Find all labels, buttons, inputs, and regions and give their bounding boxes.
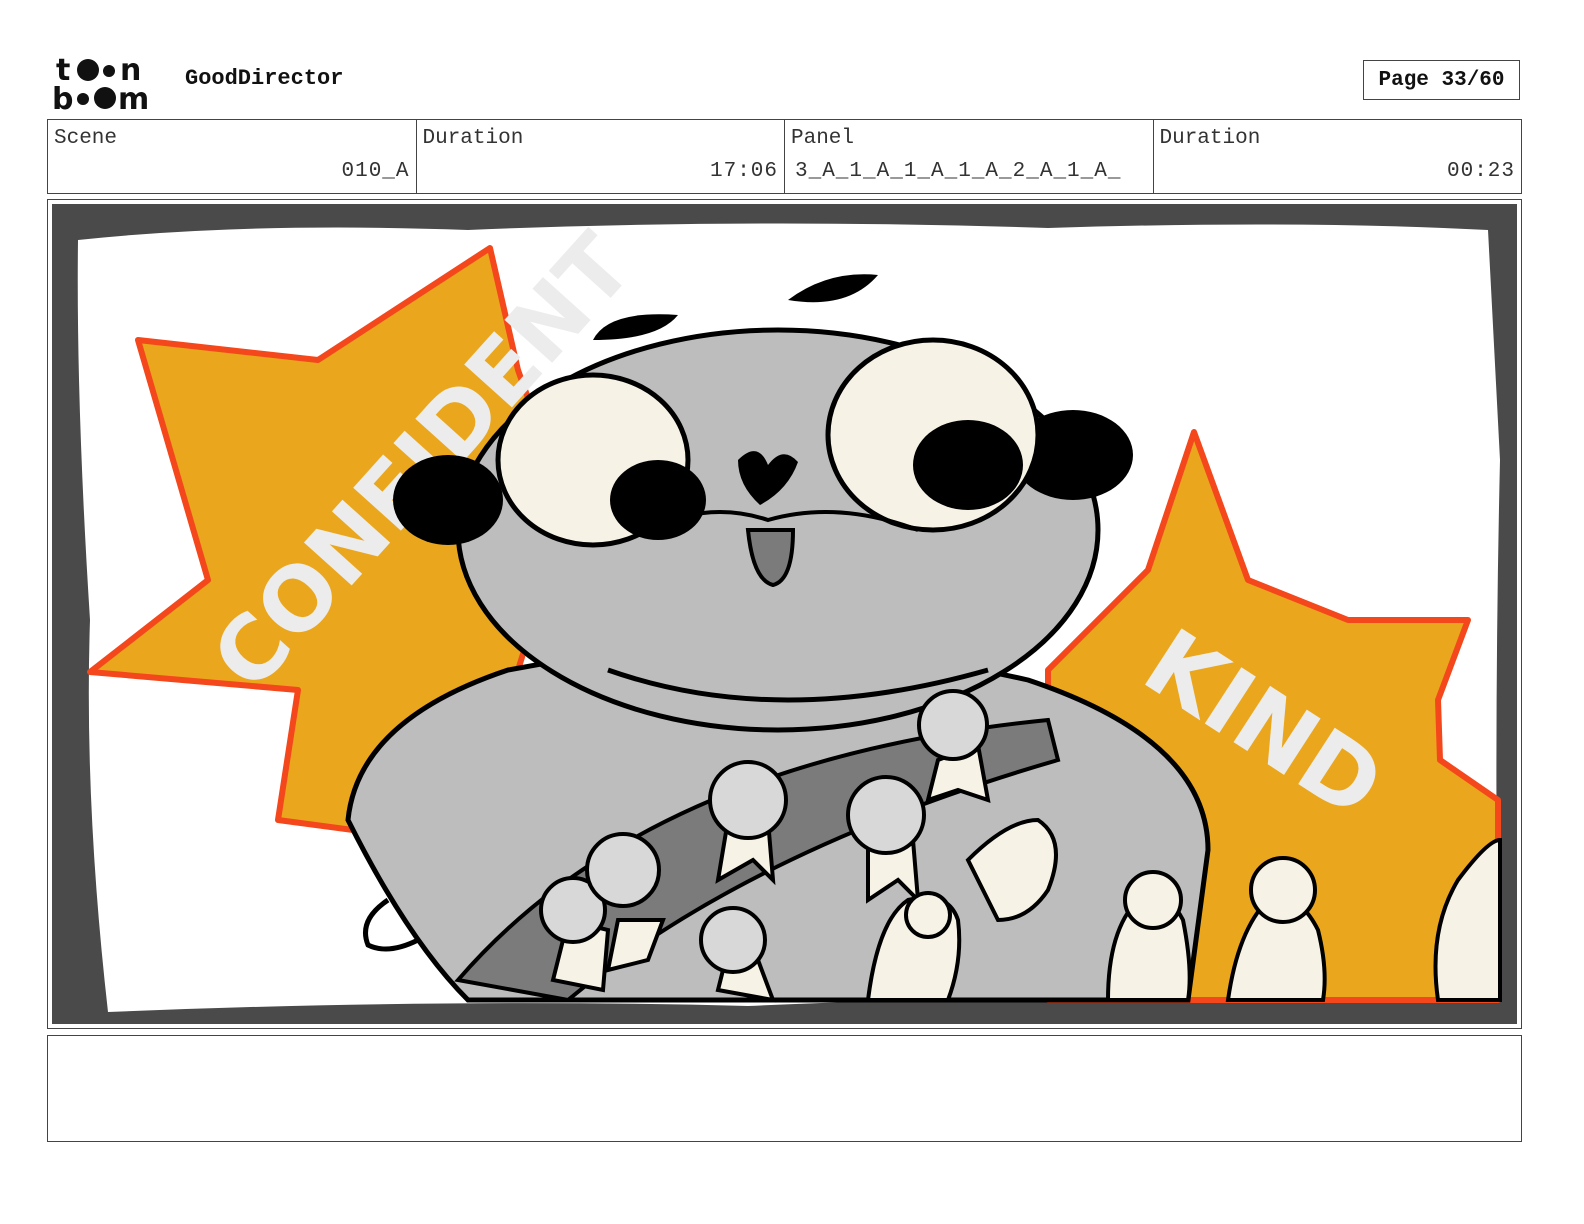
svg-text:m: m — [118, 82, 149, 112]
page-indicator: Page 33/60 — [1363, 60, 1520, 100]
patch-left — [393, 455, 503, 545]
storyboard-panel: CONFIDENT KIND — [47, 199, 1522, 1029]
panel-label: Panel — [791, 127, 855, 150]
panel-notes — [47, 1035, 1522, 1142]
scene-duration-value: 17:06 — [709, 160, 778, 183]
pupil-right — [913, 420, 1023, 510]
pupil-left — [610, 460, 706, 540]
panel-info-table: Scene 010_A Duration 17:06 Panel 3_A_1_A… — [47, 119, 1522, 194]
panel-value: 3_A_1_A_1_A_1_A_2_A_1_A_ — [795, 160, 1122, 183]
svg-text:b: b — [52, 82, 73, 112]
scene-duration-cell: Duration 17:06 — [417, 120, 785, 193]
panel-artwork: CONFIDENT KIND — [52, 204, 1517, 1024]
toon-boom-logo: t n b m — [52, 53, 149, 112]
scene-value: 010_A — [341, 160, 410, 183]
app-title: GoodDirector — [185, 66, 344, 91]
scene-duration-label: Duration — [422, 127, 524, 150]
panel-duration-cell: Duration 00:23 — [1154, 120, 1522, 193]
panel-cell: Panel 3_A_1_A_1_A_1_A_2_A_1_A_ — [785, 120, 1154, 193]
panel-duration-value: 00:23 — [1446, 160, 1515, 183]
panel-duration-label: Duration — [1159, 127, 1261, 150]
scene-label: Scene — [54, 127, 118, 150]
scene-cell: Scene 010_A — [48, 120, 417, 193]
